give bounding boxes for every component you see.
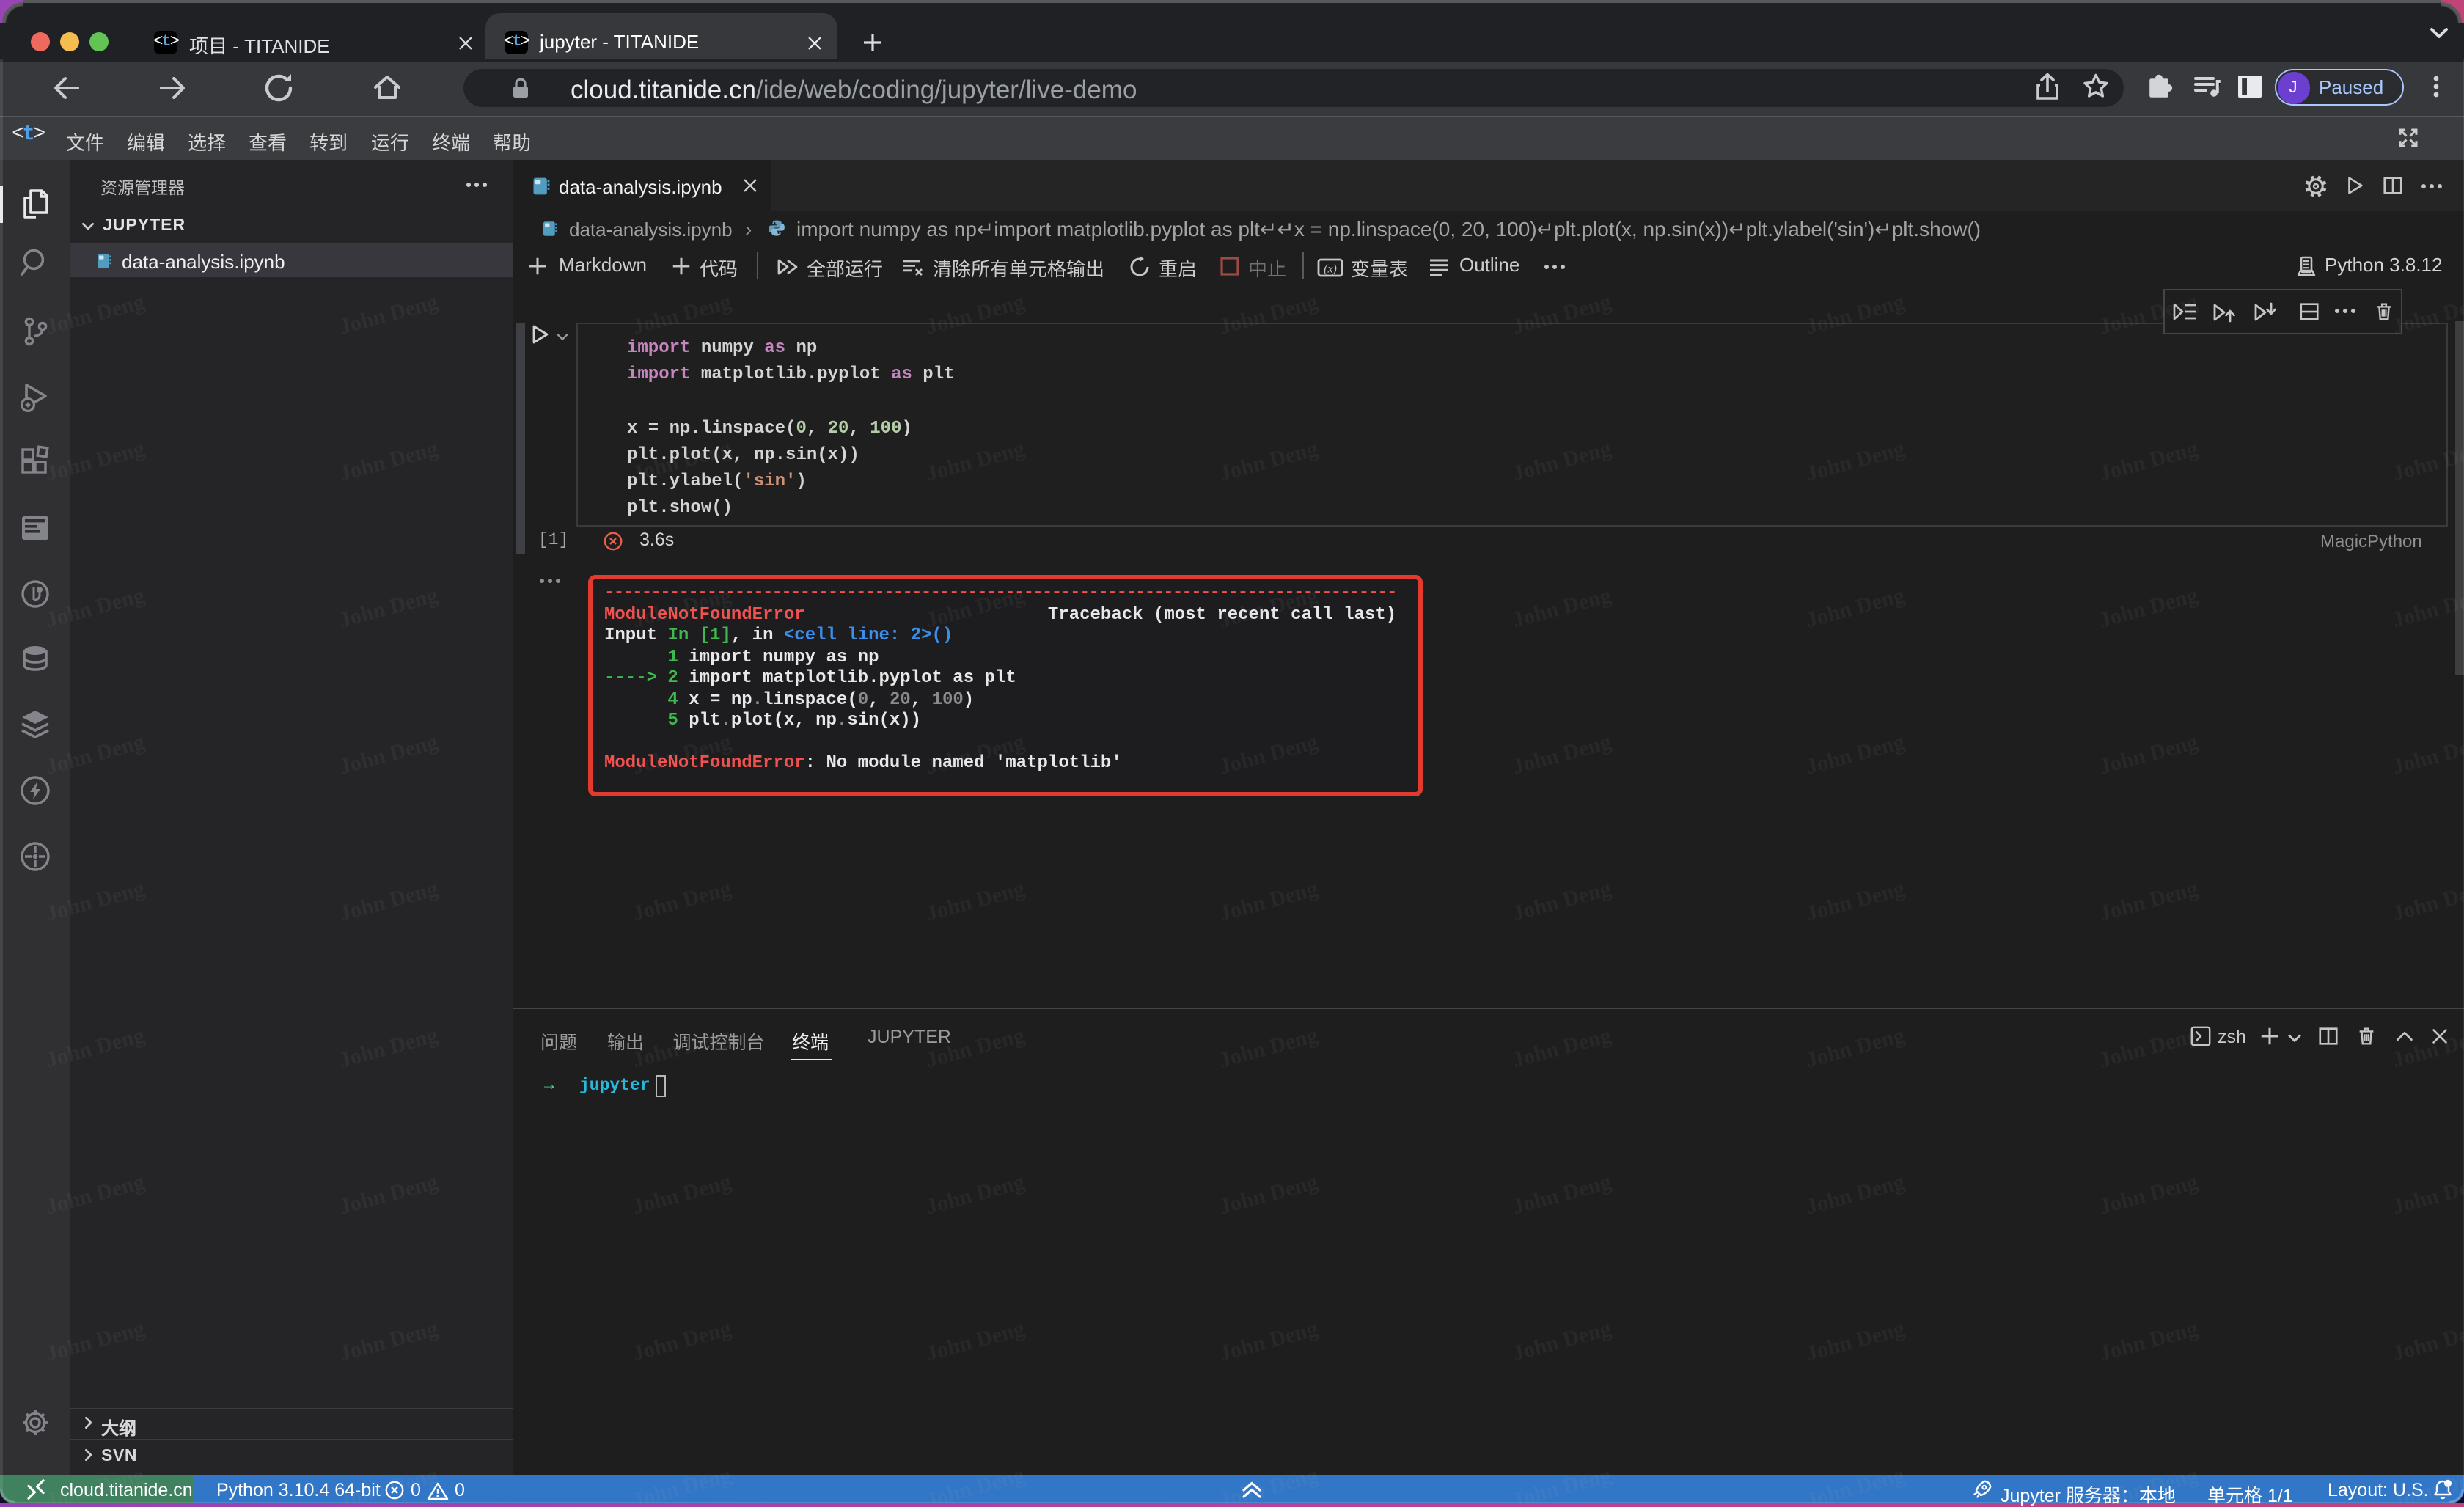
svg-text:(x): (x) <box>1324 263 1337 275</box>
